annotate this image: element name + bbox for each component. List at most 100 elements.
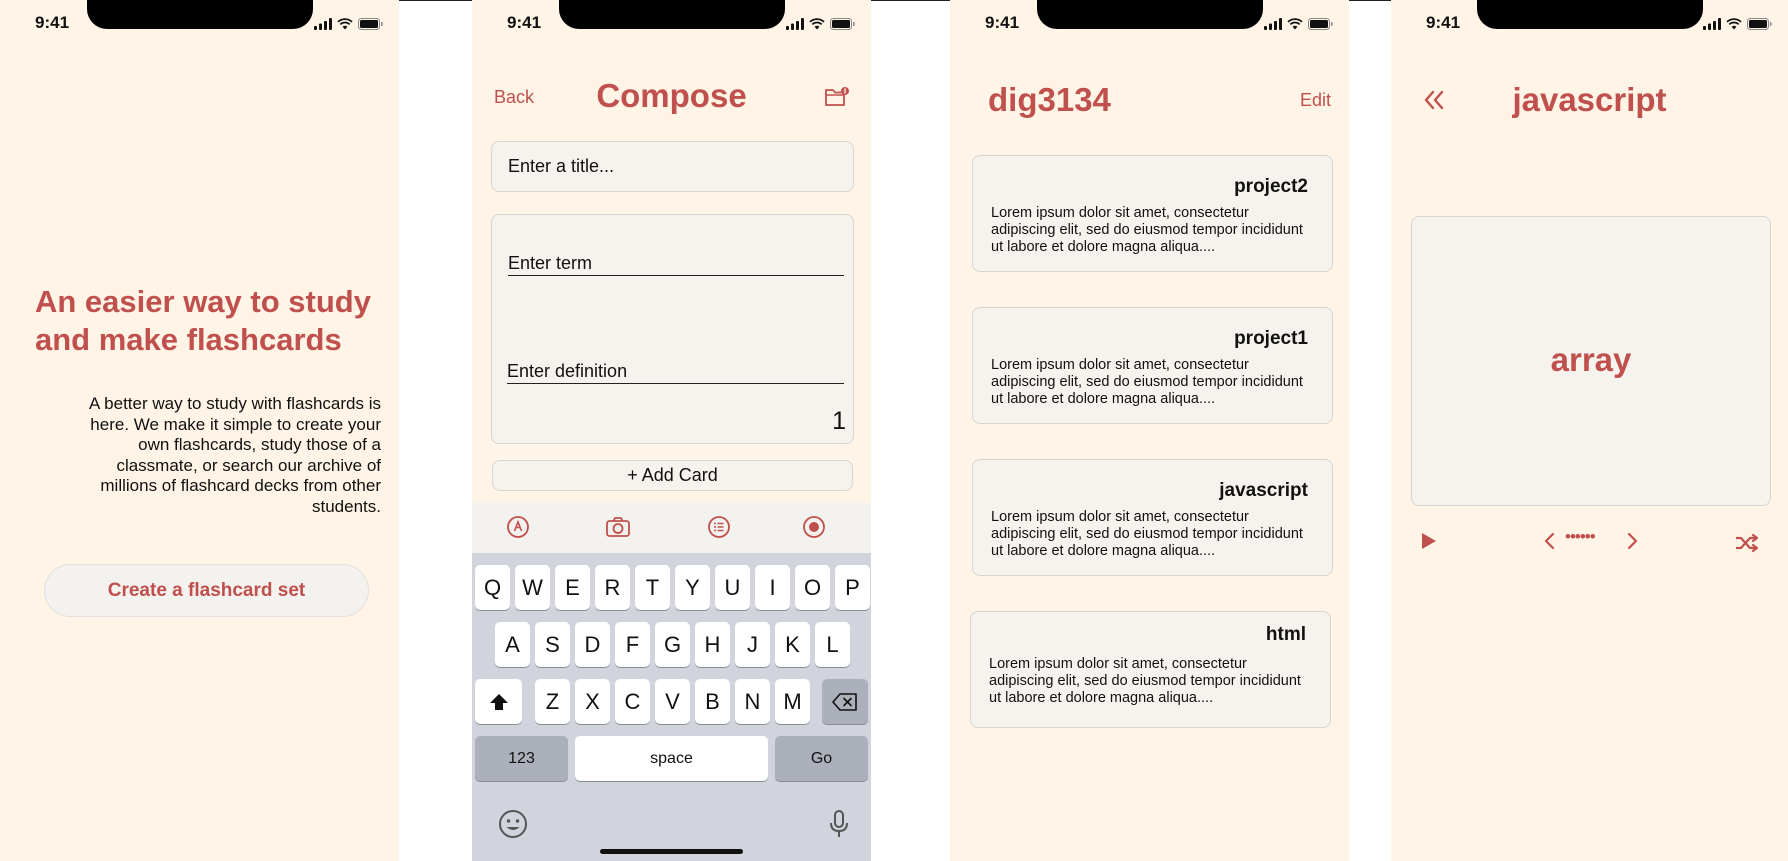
camera-icon[interactable] [605, 515, 631, 539]
space-key[interactable]: space [575, 736, 768, 781]
wifi-icon [1287, 17, 1303, 29]
key-t[interactable]: T [635, 565, 670, 610]
system-icons [786, 17, 855, 30]
key-j[interactable]: J [735, 622, 770, 667]
key-d[interactable]: D [575, 622, 610, 667]
keyboard: Q W E R T Y U I O P A S D F G H J K L Z … [472, 553, 871, 861]
notch [1036, 0, 1263, 29]
key-k[interactable]: K [775, 622, 810, 667]
key-y[interactable]: Y [675, 565, 710, 610]
go-key[interactable]: Go [775, 736, 868, 781]
key-s[interactable]: S [535, 622, 570, 667]
battery-icon [1308, 17, 1333, 30]
status-bar: 9:41 [1391, 0, 1788, 44]
welcome-description: A better way to study with flashcards is… [89, 394, 381, 516]
key-e[interactable]: E [555, 565, 590, 610]
folder-icon[interactable] [824, 86, 850, 108]
key-b[interactable]: B [695, 679, 730, 724]
deck-description: Lorem ipsum dolor sit amet, consectetur … [989, 656, 1301, 706]
deck-card[interactable]: project2 Lorem ipsum dolor sit amet, con… [972, 155, 1333, 272]
key-h[interactable]: H [695, 622, 730, 667]
key-n[interactable]: N [735, 679, 770, 724]
key-o[interactable]: O [795, 565, 830, 610]
key-i[interactable]: I [755, 565, 790, 610]
card-editor: Enter term Enter definition 1 [491, 214, 854, 444]
key-l[interactable]: L [815, 622, 850, 667]
status-bar: 9:41 [472, 0, 871, 44]
shift-icon [489, 693, 508, 710]
key-p[interactable]: P [835, 565, 870, 610]
backspace-key[interactable] [822, 679, 868, 724]
system-icons [314, 17, 383, 30]
status-time: 9:41 [35, 13, 70, 32]
wifi-icon [337, 17, 353, 29]
markup-icon[interactable] [506, 515, 530, 539]
deck-card[interactable]: javascript Lorem ipsum dolor sit amet, c… [972, 459, 1333, 576]
key-x[interactable]: X [575, 679, 610, 724]
system-icons [1703, 17, 1772, 30]
emoji-icon[interactable] [498, 809, 528, 839]
home-indicator [600, 849, 743, 854]
record-icon[interactable] [802, 515, 826, 539]
shuffle-icon[interactable] [1735, 533, 1759, 553]
wifi-icon [1726, 17, 1742, 29]
definition-input[interactable]: Enter definition [507, 361, 844, 384]
deck-name: project1 [1234, 328, 1308, 349]
wifi-icon [809, 17, 825, 29]
key-m[interactable]: M [775, 679, 810, 724]
chevron-right-icon[interactable] [1627, 532, 1639, 550]
key-u[interactable]: U [715, 565, 750, 610]
numbers-key[interactable]: 123 [475, 736, 568, 781]
status-bar: 9:41 [0, 0, 399, 44]
progress-dots: •••••• [1565, 527, 1596, 546]
card-number: 1 [832, 407, 846, 435]
play-icon[interactable] [1421, 532, 1437, 550]
key-r[interactable]: R [595, 565, 630, 610]
microphone-icon[interactable] [829, 809, 849, 839]
shift-key[interactable] [475, 679, 522, 724]
signal-icon [1264, 17, 1282, 30]
chevron-left-icon[interactable] [1543, 532, 1555, 550]
key-w[interactable]: W [515, 565, 550, 610]
key-f[interactable]: F [615, 622, 650, 667]
deck-card[interactable]: project1 Lorem ipsum dolor sit amet, con… [972, 307, 1333, 424]
key-v[interactable]: V [655, 679, 690, 724]
key-q[interactable]: Q [475, 565, 510, 610]
status-bar: 9:41 [950, 0, 1349, 44]
notch [1476, 0, 1703, 29]
key-g[interactable]: G [655, 622, 690, 667]
welcome-screen: 9:41 An easier way to study and make fla… [0, 0, 399, 861]
signal-icon [786, 17, 804, 30]
study-set-title: javascript [1512, 81, 1667, 118]
flashcard[interactable]: array [1411, 216, 1771, 506]
key-c[interactable]: C [615, 679, 650, 724]
term-input[interactable]: Enter term [508, 253, 844, 276]
deck-list-screen: 9:41 dig3134 Edit project2 Lorem ipsum d… [950, 0, 1349, 861]
signal-icon [1703, 17, 1721, 30]
compose-title: Compose [596, 77, 747, 114]
battery-icon [1747, 17, 1772, 30]
status-time: 9:41 [1426, 13, 1461, 32]
deck-card[interactable]: html Lorem ipsum dolor sit amet, consect… [970, 611, 1331, 728]
key-z[interactable]: Z [535, 679, 570, 724]
compose-screen: 9:41 Back Compose Enter a title... Enter… [472, 0, 871, 861]
battery-icon [830, 17, 855, 30]
backspace-icon [832, 692, 857, 711]
key-a[interactable]: A [495, 622, 530, 667]
edit-button[interactable]: Edit [1300, 90, 1331, 111]
deck-name: javascript [1219, 480, 1308, 501]
signal-icon [314, 17, 332, 30]
welcome-title: An easier way to study and make flashcar… [35, 284, 371, 357]
deck-description: Lorem ipsum dolor sit amet, consectetur … [991, 205, 1303, 255]
notch [86, 0, 313, 29]
status-time: 9:41 [985, 13, 1020, 32]
battery-icon [358, 17, 383, 30]
notch [558, 0, 785, 29]
status-time: 9:41 [507, 13, 542, 32]
title-input[interactable]: Enter a title... [491, 141, 854, 192]
deck-description: Lorem ipsum dolor sit amet, consectetur … [991, 357, 1303, 407]
formatting-toolbar [472, 503, 871, 553]
add-card-button[interactable]: + Add Card [492, 460, 853, 491]
create-flashcard-set-button[interactable]: Create a flashcard set [44, 564, 369, 617]
list-icon[interactable] [707, 515, 731, 539]
